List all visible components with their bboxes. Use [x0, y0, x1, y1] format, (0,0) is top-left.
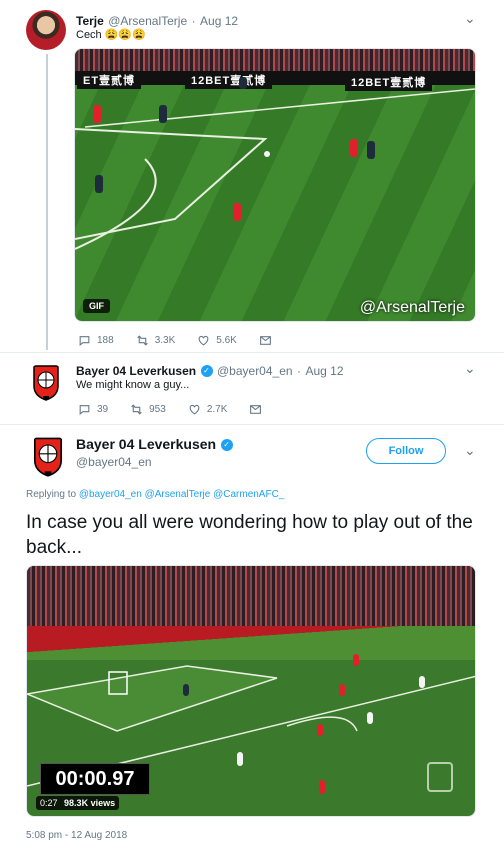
- player-dark-3: [367, 141, 375, 159]
- tweet1-chevron-down-icon[interactable]: ⌄: [464, 10, 476, 27]
- tweet2-date[interactable]: Aug 12: [305, 364, 343, 378]
- replying-prefix: Replying to: [26, 489, 77, 500]
- video-duration: 0:27: [40, 798, 58, 808]
- tweet2-header: Bayer 04 Leverkusen ✓ @bayer04_en · Aug …: [76, 362, 344, 380]
- tweet1-actions: 188 3.3K 5.6K: [78, 334, 300, 347]
- goalkeeper: [183, 684, 189, 696]
- tweet1-dm-button[interactable]: [259, 334, 278, 347]
- tweet1-reply-button[interactable]: 188: [78, 334, 114, 347]
- tweet1-like-count: 5.6K: [216, 335, 237, 346]
- tweet2-reply-button[interactable]: 39: [78, 403, 108, 416]
- gif-badge: GIF: [83, 299, 110, 313]
- player-white-3: [237, 752, 243, 766]
- tweet3-author-name[interactable]: Bayer 04 Leverkusen: [76, 436, 216, 452]
- tweet1-author-name[interactable]: Terje: [76, 14, 104, 28]
- tweet2-like-count: 2.7K: [206, 404, 228, 415]
- tweet1-reply-count: 188: [97, 335, 114, 346]
- avatar-bayer04-2[interactable]: [26, 434, 70, 478]
- player-white-1: [367, 712, 373, 724]
- verified-badge-icon: ✓: [200, 364, 213, 377]
- player-red-3: [317, 724, 323, 736]
- replying-to: Replying to @bayer04_en @ArsenalTerje @C…: [26, 489, 284, 500]
- tweet3-timestamp[interactable]: 5:08 pm - 12 Aug 2018: [26, 830, 127, 841]
- reply-mention-bayer04[interactable]: @bayer04_en: [79, 489, 142, 500]
- avatar-bayer04-1[interactable]: [26, 362, 66, 402]
- bayer04-crest-icon: [33, 365, 59, 401]
- tweet2-retweet-count: 953: [149, 404, 166, 415]
- heart-icon: [198, 335, 209, 346]
- thread-line: [46, 54, 48, 350]
- tweet2-author-name[interactable]: Bayer 04 Leverkusen: [76, 364, 196, 378]
- tweet1-dot: ·: [191, 14, 196, 28]
- tweet1-author-handle[interactable]: @ArsenalTerje: [108, 14, 187, 28]
- player-dark-1: [159, 105, 167, 123]
- player-red-2: [353, 654, 359, 666]
- tweet1-text: Cech 😩😩😩: [76, 29, 146, 41]
- envelope-icon: [250, 405, 262, 414]
- tweet2-like-button[interactable]: 2.7K: [188, 403, 228, 416]
- tweet2-retweet-button[interactable]: 953: [130, 403, 166, 416]
- tweet2-dm-button[interactable]: [249, 403, 268, 416]
- player-dark-2: [95, 175, 103, 193]
- tweet1-retweet-button[interactable]: 3.3K: [136, 334, 176, 347]
- avatar-terje[interactable]: [26, 10, 66, 50]
- tweet3-author-handle[interactable]: @bayer04_en: [76, 455, 152, 469]
- player-red-1: [339, 684, 345, 696]
- envelope-icon: [259, 336, 271, 345]
- tweet2-chevron-down-icon[interactable]: ⌄: [464, 360, 476, 377]
- tweet1-date[interactable]: Aug 12: [200, 14, 238, 28]
- player-red-3: [350, 139, 358, 157]
- divider-1: [0, 352, 504, 353]
- video-duration-views: 0:27 98.3K views: [36, 796, 120, 810]
- gif-watermark: @ArsenalTerje: [359, 299, 465, 316]
- tweet3-chevron-down-icon[interactable]: ⌄: [464, 442, 476, 459]
- tweet1-retweet-count: 3.3K: [154, 335, 176, 346]
- reply-icon: [79, 405, 90, 415]
- retweet-icon: [136, 335, 148, 346]
- tweet2-actions: 39 953 2.7K: [78, 403, 290, 416]
- heart-icon: [189, 404, 200, 415]
- tweet3-header: Bayer 04 Leverkusen ✓: [76, 436, 233, 454]
- tweet3-text: In case you all were wondering how to pl…: [26, 512, 473, 558]
- player-red-1: [93, 105, 101, 123]
- player-red-2: [233, 203, 241, 221]
- tweet2-author-handle[interactable]: @bayer04_en: [217, 364, 293, 378]
- divider-2: [0, 424, 504, 425]
- retweet-icon: [131, 404, 142, 415]
- pitch-lines: [75, 88, 475, 250]
- cup-logo-icon: [427, 762, 453, 792]
- player-red-4: [319, 780, 325, 794]
- reply-mention-arsenalterje[interactable]: @ArsenalTerje: [145, 489, 211, 500]
- tweet1-like-button[interactable]: 5.6K: [197, 334, 237, 347]
- bayer04-crest-icon: [33, 437, 63, 477]
- tweet2-reply-count: 39: [97, 404, 109, 415]
- player-white-2: [419, 676, 425, 688]
- video-views: 98.3K views: [64, 798, 116, 808]
- follow-button[interactable]: Follow: [366, 438, 446, 464]
- tweet2-dot: ·: [297, 364, 302, 378]
- player-dark-4: [239, 77, 247, 89]
- reply-icon: [79, 336, 90, 346]
- video-timer: 00:00.97: [40, 763, 150, 795]
- tweet1-gif-media[interactable]: ET壹贰博 12BET壹贰博 12BET壹贰博 GIF @ArsenalTerj…: [74, 48, 476, 322]
- verified-badge-icon: ✓: [220, 438, 233, 451]
- reply-mention-carmenafc[interactable]: @CarmenAFC_: [213, 489, 284, 500]
- tweet2-text: We might know a guy...: [76, 379, 190, 391]
